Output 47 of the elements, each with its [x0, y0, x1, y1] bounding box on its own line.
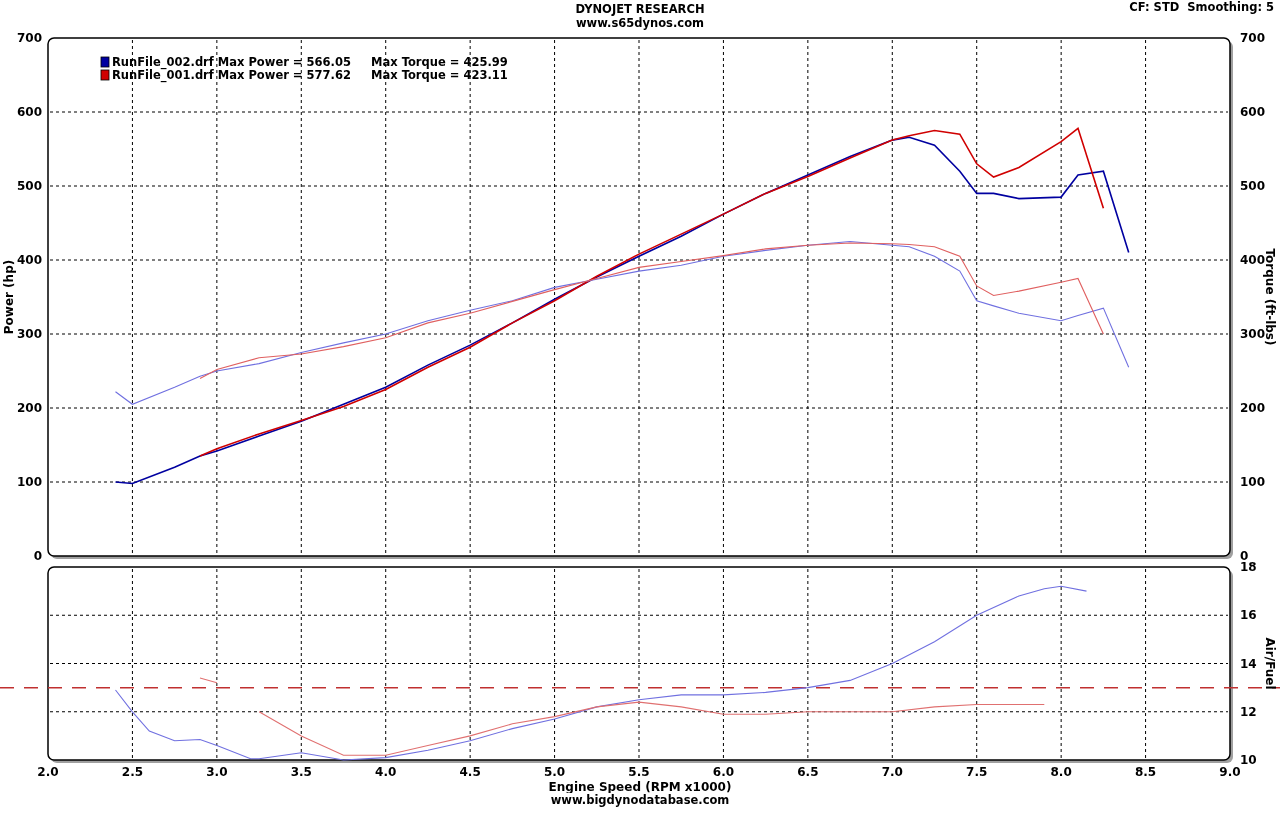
tick-label: 4.0 — [375, 765, 397, 779]
tick-label: 400 — [1240, 253, 1266, 267]
tick-label: 300 — [16, 327, 42, 341]
tick-label: 3.5 — [290, 765, 312, 779]
tick-label: 5.5 — [628, 765, 650, 779]
tick-label: 2.5 — [121, 765, 144, 779]
legend-swatch-icon — [100, 56, 110, 68]
axis-title: Engine Speed (RPM x1000) — [548, 780, 732, 793]
tick-label: 7.0 — [881, 765, 903, 779]
report-title: DYNOJET RESEARCH — [575, 2, 705, 16]
tick-label: 700 — [16, 31, 42, 45]
tick-label: 400 — [16, 253, 42, 267]
tick-label: 7.5 — [966, 765, 988, 779]
tick-label: 3.0 — [206, 765, 228, 779]
tick-label: 2.0 — [37, 765, 59, 779]
tick-label: 200 — [16, 401, 42, 415]
report-subtitle: www.s65dynos.com — [575, 16, 705, 30]
tick-label: 6.5 — [797, 765, 819, 779]
tick-label: 5.0 — [543, 765, 566, 779]
tick-label: 700 — [1240, 31, 1266, 45]
tick-label: 6.0 — [712, 765, 735, 779]
tick-label: 0 — [33, 549, 42, 560]
legend-entry: RunFile_001.drf Max Power = 577.62 Max Torque = 423.11 — [112, 68, 508, 82]
tick-label: 9.0 — [1219, 765, 1241, 779]
tick-label: 4.5 — [459, 765, 481, 779]
tick-label: 8.0 — [1050, 765, 1072, 779]
tick-label: 100 — [1240, 475, 1266, 489]
tick-label: 18 — [1240, 560, 1257, 574]
tick-label: 200 — [1240, 401, 1266, 415]
legend-entry: RunFile_002.drf Max Power = 566.05 Max Torque = 425.99 — [112, 55, 508, 69]
tick-label: 100 — [16, 475, 42, 489]
tick-label: 12 — [1240, 704, 1257, 719]
tick-label: 14 — [1240, 656, 1257, 671]
tick-label: 500 — [16, 179, 42, 193]
tick-label: 10 — [1240, 753, 1257, 767]
tick-label: 16 — [1240, 608, 1257, 623]
tick-label: 0 — [1240, 549, 1249, 560]
tick-label: 600 — [16, 105, 42, 119]
tick-label: 8.5 — [1134, 765, 1157, 779]
legend-swatch-icon — [100, 69, 110, 81]
tick-label: 600 — [1240, 105, 1266, 119]
settings-text: CF: STD Smoothing: 5 — [1129, 0, 1274, 14]
tick-label: 500 — [1240, 179, 1266, 193]
axis-title: Power (hp) — [2, 259, 16, 335]
footer-url: www.bigdynodatabase.com — [550, 793, 730, 807]
axis-title: Air/Fuel — [1263, 637, 1277, 690]
tick-label: 300 — [1240, 327, 1266, 341]
